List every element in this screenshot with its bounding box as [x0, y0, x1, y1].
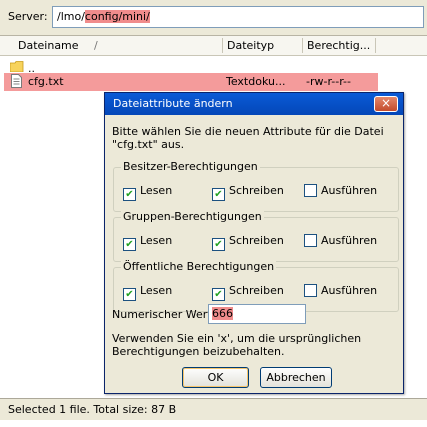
list-item-cfg-txt[interactable]: cfg.txt Textdoku... -rw-r--r-- [4, 73, 378, 91]
file-list-header: Dateiname / Dateityp Berechtig... [0, 36, 427, 56]
server-path-prefix: /lmo/ [57, 10, 85, 23]
close-button[interactable]: × [374, 96, 398, 112]
group-legend: Besitzer-Berechtigungen [121, 160, 260, 173]
group-legend: Gruppen-Berechtigungen [121, 210, 264, 223]
server-label: Server: [8, 10, 48, 23]
checkmark-icon: ✔ [212, 288, 225, 301]
public-write-checkbox[interactable]: ✔ Schreiben [212, 284, 284, 301]
text-file-icon [11, 74, 22, 88]
checkmark-icon: ✔ [212, 238, 225, 251]
sort-indicator-icon: / [94, 39, 98, 52]
owner-write-checkbox[interactable]: ✔ Schreiben [212, 184, 284, 201]
group-write-checkbox[interactable]: ✔ Schreiben [212, 234, 284, 251]
owner-permissions-group: Besitzer-Berechtigungen ✔ Lesen ✔ Schreibe… [113, 160, 399, 212]
numeric-value-input[interactable]: 666 [208, 304, 306, 324]
group-permissions-group: Gruppen-Berechtigungen ✔ Lesen ✔ Schreiben… [113, 210, 399, 262]
dialog-intro-text: Bitte wählen Sie die neuen Attribute für… [112, 125, 384, 151]
column-header-filetype[interactable]: Dateityp [227, 39, 274, 52]
column-separator[interactable] [302, 38, 303, 53]
public-read-checkbox[interactable]: ✔ Lesen [123, 284, 172, 301]
file-attributes-dialog: Dateiattribute ändern × Bitte wählen Sie… [104, 92, 404, 394]
checkmark-icon: ✔ [123, 238, 136, 251]
ok-button[interactable]: OK [182, 367, 249, 388]
column-separator[interactable] [222, 38, 223, 53]
folder-icon [10, 61, 24, 72]
status-bar: Selected 1 file. Total size: 87 B [0, 398, 427, 420]
column-header-permissions[interactable]: Berechtig... [307, 39, 370, 52]
server-bar: Server: /lmo/config/mini/ [0, 0, 427, 36]
dialog-hint-text: Verwenden Sie ein 'x', um die ursprüngli… [112, 332, 362, 358]
group-read-checkbox[interactable]: ✔ Lesen [123, 234, 172, 251]
owner-execute-checkbox[interactable]: Ausführen [304, 184, 377, 197]
list-item-type: Textdoku... [226, 75, 286, 88]
checkmark-icon: ✔ [123, 188, 136, 201]
status-text: Selected 1 file. Total size: 87 B [8, 403, 177, 416]
column-header-filename[interactable]: Dateiname / [18, 39, 98, 52]
owner-read-checkbox[interactable]: ✔ Lesen [123, 184, 172, 201]
list-item-permissions: -rw-r--r-- [306, 75, 351, 88]
checkmark-icon: ✔ [212, 188, 225, 201]
numeric-value-text: 666 [212, 307, 233, 320]
server-path-highlight: config/mini/ [84, 10, 150, 23]
checkmark-icon: ✔ [123, 288, 136, 301]
server-path-field[interactable]: /lmo/config/mini/ [52, 6, 424, 28]
numeric-value-label: Numerischer Wert: [112, 308, 216, 321]
public-execute-checkbox[interactable]: Ausführen [304, 284, 377, 297]
list-item-name: cfg.txt [28, 75, 64, 88]
cancel-button[interactable]: Abbrechen [260, 367, 332, 388]
group-execute-checkbox[interactable]: Ausführen [304, 234, 377, 247]
dialog-title: Dateiattribute ändern [105, 93, 403, 115]
column-separator[interactable] [375, 38, 376, 53]
group-legend: Öffentliche Berechtigungen [121, 260, 277, 273]
